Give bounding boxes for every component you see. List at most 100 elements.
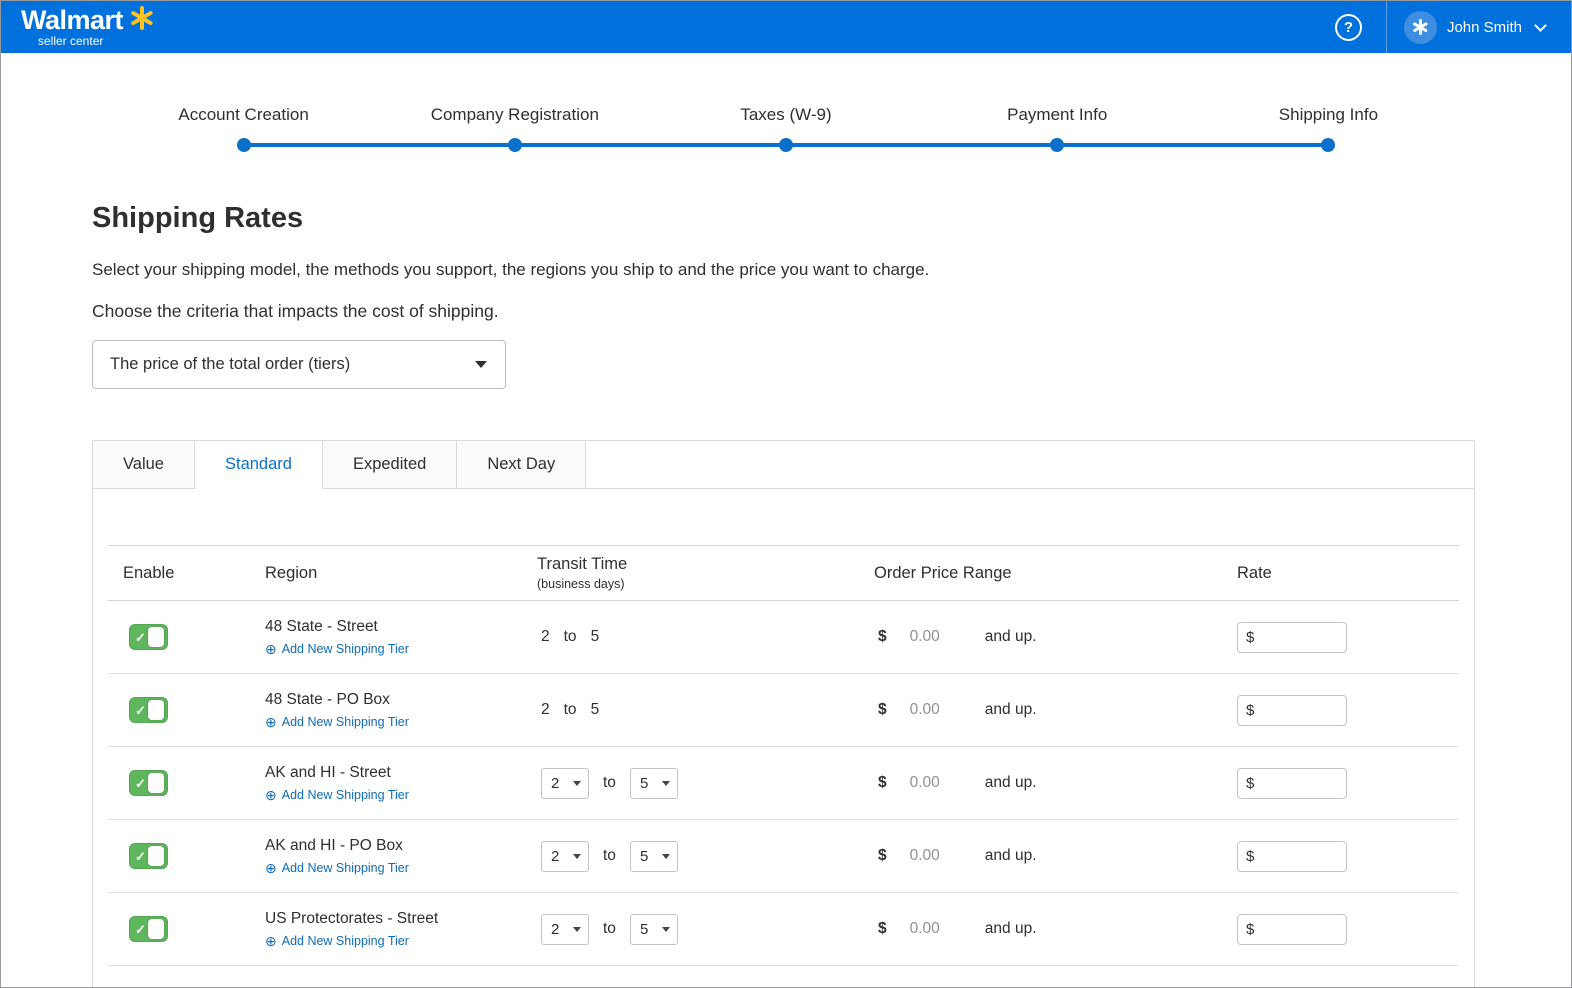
add-tier-label: Add New Shipping Tier: [282, 861, 409, 875]
walmart-spark-icon: [130, 6, 154, 30]
transit-to-select[interactable]: 5: [630, 768, 678, 799]
help-button[interactable]: ?: [1335, 14, 1362, 41]
table-header-row: Enable Region Transit Time (business day…: [108, 545, 1459, 601]
plus-circle-icon: ⊕: [265, 861, 277, 875]
page-title: Shipping Rates: [92, 202, 1475, 235]
header-region: Region: [265, 564, 537, 583]
shipping-methods-card: Value Standard Expedited Next Day Enable…: [92, 440, 1475, 988]
transit-to-select[interactable]: 5: [630, 914, 678, 945]
user-menu[interactable]: John Smith: [1404, 11, 1545, 44]
header-divider: [1386, 1, 1387, 53]
header-transit-time: Transit Time (business days): [537, 554, 874, 592]
transit-from-value: 2: [541, 701, 550, 719]
add-shipping-tier-link[interactable]: ⊕ Add New Shipping Tier: [265, 715, 537, 729]
tabbar-filler: [586, 441, 1474, 489]
transit-to-value: 5: [640, 921, 648, 938]
step-dot: [237, 138, 251, 152]
progress-stepper: Account Creation Company Registration Ta…: [108, 105, 1464, 152]
transit-from-select[interactable]: 2: [541, 768, 589, 799]
to-label: to: [564, 628, 577, 646]
tab-expedited[interactable]: Expedited: [323, 441, 457, 489]
and-up-label: and up.: [985, 701, 1037, 719]
chevron-down-icon: [662, 927, 670, 932]
step-dot: [1321, 138, 1335, 152]
header-order-price-range: Order Price Range: [874, 564, 1237, 583]
currency-symbol: $: [878, 701, 887, 719]
plus-circle-icon: ⊕: [265, 642, 277, 656]
header-transit-time-sub: (business days): [537, 576, 874, 592]
transit-from-value: 2: [541, 628, 550, 646]
avatar: [1404, 11, 1437, 44]
enable-toggle[interactable]: ✓: [129, 843, 168, 869]
price-min-value: 0.00: [910, 920, 940, 938]
shipping-criteria-select[interactable]: The price of the total order (tiers): [92, 340, 506, 389]
walmart-logo[interactable]: Walmart seller center: [21, 7, 154, 47]
tab-label: Next Day: [487, 455, 555, 474]
toggle-knob: [148, 627, 164, 647]
add-shipping-tier-link[interactable]: ⊕ Add New Shipping Tier: [265, 788, 537, 802]
step-dot: [508, 138, 522, 152]
price-min-value: 0.00: [910, 628, 940, 646]
step-label: Shipping Info: [1279, 105, 1378, 125]
add-shipping-tier-link[interactable]: ⊕ Add New Shipping Tier: [265, 642, 537, 656]
currency-symbol: $: [878, 847, 887, 865]
rate-input[interactable]: [1259, 629, 1338, 646]
plus-circle-icon: ⊕: [265, 715, 277, 729]
currency-symbol: $: [878, 920, 887, 938]
step-dot: [779, 138, 793, 152]
add-tier-label: Add New Shipping Tier: [282, 788, 409, 802]
region-name: 48 State - PO Box: [265, 691, 537, 709]
to-label: to: [603, 847, 616, 865]
tab-value[interactable]: Value: [93, 441, 195, 489]
rate-input-box: $: [1237, 841, 1347, 872]
main-content: Shipping Rates Select your shipping mode…: [1, 202, 1571, 988]
add-shipping-tier-link[interactable]: ⊕ Add New Shipping Tier: [265, 861, 537, 875]
rate-input[interactable]: [1259, 921, 1338, 938]
help-question-icon: ?: [1344, 19, 1353, 36]
and-up-label: and up.: [985, 628, 1037, 646]
logo-subtitle: seller center: [38, 35, 154, 47]
and-up-label: and up.: [985, 774, 1037, 792]
toggle-knob: [148, 846, 164, 866]
tab-standard[interactable]: Standard: [195, 441, 323, 489]
chevron-down-icon: [475, 361, 487, 368]
header-rate: Rate: [1237, 564, 1459, 583]
rate-input[interactable]: [1259, 775, 1338, 792]
step-label: Payment Info: [1007, 105, 1107, 125]
enable-toggle[interactable]: ✓: [129, 624, 168, 650]
rate-input-box: $: [1237, 622, 1347, 653]
chevron-down-icon: [573, 927, 581, 932]
check-icon: ✓: [135, 704, 146, 717]
criteria-label: Choose the criteria that impacts the cos…: [92, 301, 1475, 322]
table-row: ✓ AK and HI - Street ⊕ Add New Shipping …: [108, 747, 1459, 820]
rate-input-box: $: [1237, 695, 1347, 726]
transit-from-select[interactable]: 2: [541, 841, 589, 872]
and-up-label: and up.: [985, 920, 1037, 938]
table-row: ✓ 48 State - PO Box ⊕ Add New Shipping T…: [108, 674, 1459, 747]
region-name: AK and HI - PO Box: [265, 837, 537, 855]
price-min-value: 0.00: [910, 774, 940, 792]
step-dot: [1050, 138, 1064, 152]
rate-input[interactable]: [1259, 848, 1338, 865]
enable-toggle[interactable]: ✓: [129, 916, 168, 942]
enable-toggle[interactable]: ✓: [129, 770, 168, 796]
transit-to-select[interactable]: 5: [630, 841, 678, 872]
chevron-down-icon: [573, 781, 581, 786]
header-transit-time-main: Transit Time: [537, 554, 874, 575]
logo-text: Walmart: [21, 7, 123, 34]
add-shipping-tier-link[interactable]: ⊕ Add New Shipping Tier: [265, 934, 537, 948]
enable-toggle[interactable]: ✓: [129, 697, 168, 723]
shipping-method-tabs: Value Standard Expedited Next Day: [93, 441, 1474, 489]
table-row: ✓ AK and HI - PO Box ⊕ Add New Shipping …: [108, 820, 1459, 893]
tab-next-day[interactable]: Next Day: [457, 441, 586, 489]
rate-input[interactable]: [1259, 702, 1338, 719]
transit-from-value: 2: [551, 775, 559, 792]
avatar-spark-icon: [1412, 19, 1428, 35]
check-icon: ✓: [135, 923, 146, 936]
transit-from-value: 2: [551, 921, 559, 938]
step-label: Company Registration: [431, 105, 599, 125]
chevron-down-icon: [662, 781, 670, 786]
to-label: to: [603, 920, 616, 938]
transit-from-select[interactable]: 2: [541, 914, 589, 945]
check-icon: ✓: [135, 777, 146, 790]
